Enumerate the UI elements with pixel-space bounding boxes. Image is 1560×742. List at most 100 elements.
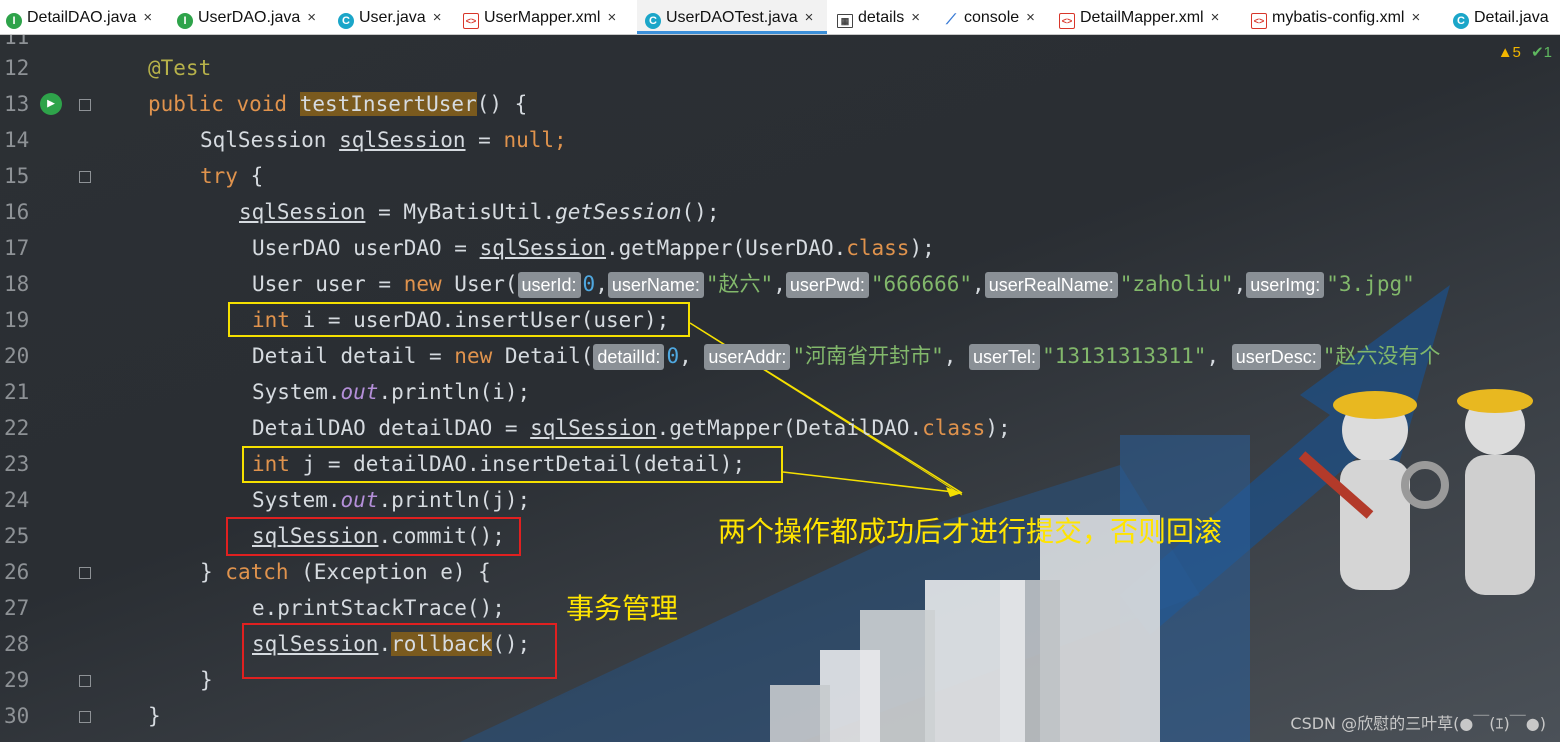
code-line-26: } catch (Exception e) {	[200, 558, 491, 586]
close-icon[interactable]: ×	[307, 9, 316, 26]
line-number: 17	[4, 236, 30, 260]
tab-label: DetailMapper.xml	[1080, 9, 1204, 26]
table-icon: ▦	[837, 14, 853, 28]
variable-token: sqlSession	[479, 236, 607, 260]
line-number: 18	[4, 272, 30, 296]
code-text: ();	[681, 200, 720, 224]
fold-icon[interactable]	[79, 99, 91, 111]
code-text: () {	[476, 92, 528, 116]
close-icon[interactable]: ×	[1411, 9, 1420, 26]
tab-console[interactable]: ⟋ console ×	[943, 0, 1035, 34]
code-line-12: @Test	[148, 54, 211, 82]
run-test-icon[interactable]: ▶	[40, 93, 62, 115]
string-literal: "3.jpg"	[1326, 272, 1415, 296]
code-line-16: sqlSession = MyBatisUtil.getSession();	[239, 198, 719, 226]
fold-icon[interactable]	[79, 171, 91, 183]
watermark: CSDN @欣慰的三叶草(●￣(ｴ)￣●)	[1290, 714, 1546, 733]
code-line-22: DetailDAO detailDAO = sqlSession.getMapp…	[252, 414, 1011, 442]
code-line-14: SqlSession sqlSession = null;	[200, 126, 567, 154]
tab-usermapper[interactable]: <> UserMapper.xml ×	[463, 0, 616, 34]
tab-label: UserDAOTest.java	[666, 9, 798, 26]
close-icon[interactable]: ×	[143, 9, 152, 26]
tab-mybatis-config[interactable]: <> mybatis-config.xml ×	[1251, 0, 1420, 34]
tab-details[interactable]: ▦ details ×	[837, 0, 920, 34]
parameter-hint: userPwd:	[785, 272, 869, 298]
code-text: =	[465, 128, 504, 152]
tab-userdao[interactable]: I UserDAO.java ×	[177, 0, 316, 34]
keyword-token: null	[503, 128, 555, 152]
line-number: 19	[4, 308, 30, 332]
code-text: }	[200, 668, 213, 692]
parameter-hint: userId:	[517, 272, 581, 298]
close-icon[interactable]: ×	[1026, 9, 1035, 26]
line-number: 29	[4, 668, 30, 692]
line-number: 13	[4, 92, 30, 116]
parameter-hint: userTel:	[969, 344, 1041, 370]
code-line-30: }	[148, 702, 161, 730]
variable-token: sqlSession	[339, 128, 466, 152]
code-text: ,	[679, 344, 705, 368]
code-text: .println(j);	[378, 488, 531, 512]
tab-detail[interactable]: C Detail.java	[1453, 0, 1549, 34]
field-token: out	[340, 488, 379, 512]
warning-icon: ▲5	[1497, 44, 1521, 61]
code-text: User(	[441, 272, 518, 296]
class-icon: C	[1453, 13, 1469, 29]
close-icon[interactable]: ×	[607, 9, 616, 26]
code-text: ,	[943, 344, 970, 368]
line-number: 16	[4, 200, 30, 224]
line-number: 30	[4, 704, 30, 728]
tab-user[interactable]: C User.java ×	[338, 0, 441, 34]
fold-icon[interactable]	[79, 567, 91, 579]
check-icon: ✔1	[1531, 44, 1552, 61]
code-text: }	[200, 560, 226, 584]
fold-icon[interactable]	[79, 675, 91, 687]
keyword-token: catch	[225, 560, 289, 584]
highlight-box-commit	[226, 517, 521, 556]
tab-detaildao[interactable]: I DetailDAO.java ×	[6, 0, 152, 34]
tab-detailmapper[interactable]: <> DetailMapper.xml ×	[1059, 0, 1219, 34]
keyword-token: try	[200, 164, 238, 188]
field-token: out	[340, 380, 379, 404]
code-text: ,	[1206, 344, 1232, 368]
code-line-13: public void testInsertUser() {	[148, 90, 527, 118]
code-text: Detail(	[492, 344, 594, 368]
close-icon[interactable]: ×	[805, 9, 814, 26]
code-text: {	[237, 164, 264, 188]
code-line-24: System.out.println(j);	[252, 486, 530, 514]
code-text: );	[909, 236, 935, 260]
string-literal: "zaholiu"	[1119, 272, 1234, 296]
code-text: }	[148, 704, 161, 728]
line-number: 24	[4, 488, 30, 512]
parameter-hint: detailId:	[593, 344, 665, 370]
tab-userdaotest[interactable]: C UserDAOTest.java ×	[637, 0, 827, 34]
close-icon[interactable]: ×	[1211, 9, 1220, 26]
line-number: 11	[4, 35, 30, 49]
code-text: .getMapper(DetailDAO.	[656, 416, 923, 440]
tab-label: details	[858, 9, 905, 26]
inspection-widget[interactable]: ▲5 ✔1	[1498, 43, 1552, 61]
code-text: DetailDAO detailDAO =	[252, 416, 531, 440]
code-editor[interactable]: ▲5 ✔1 11 12 13 14 15 16 17 18 19 20 21 2…	[0, 35, 1560, 742]
line-number: 28	[4, 632, 30, 656]
fold-icon[interactable]	[79, 711, 91, 723]
tab-label: mybatis-config.xml	[1272, 9, 1405, 26]
interface-icon: I	[6, 13, 22, 29]
keyword-token: class	[922, 416, 986, 440]
class-icon: C	[645, 13, 661, 29]
xml-icon: <>	[1251, 13, 1267, 29]
variable-token: sqlSession	[530, 416, 657, 440]
xml-icon: <>	[463, 13, 479, 29]
code-text: User user =	[252, 272, 404, 296]
code-text: .println(i);	[378, 380, 531, 404]
code-text: e.printStackTrace();	[252, 596, 505, 620]
parameter-hint: userName:	[607, 272, 704, 298]
code-line-27: e.printStackTrace();	[252, 594, 505, 622]
string-literal: "赵六"	[705, 272, 774, 296]
variable-token: sqlSession	[239, 200, 366, 224]
close-icon[interactable]: ×	[911, 9, 920, 26]
parameter-hint: userImg:	[1246, 272, 1325, 298]
line-number: 23	[4, 452, 30, 476]
parameter-hint: userRealName:	[984, 272, 1118, 298]
close-icon[interactable]: ×	[433, 9, 442, 26]
